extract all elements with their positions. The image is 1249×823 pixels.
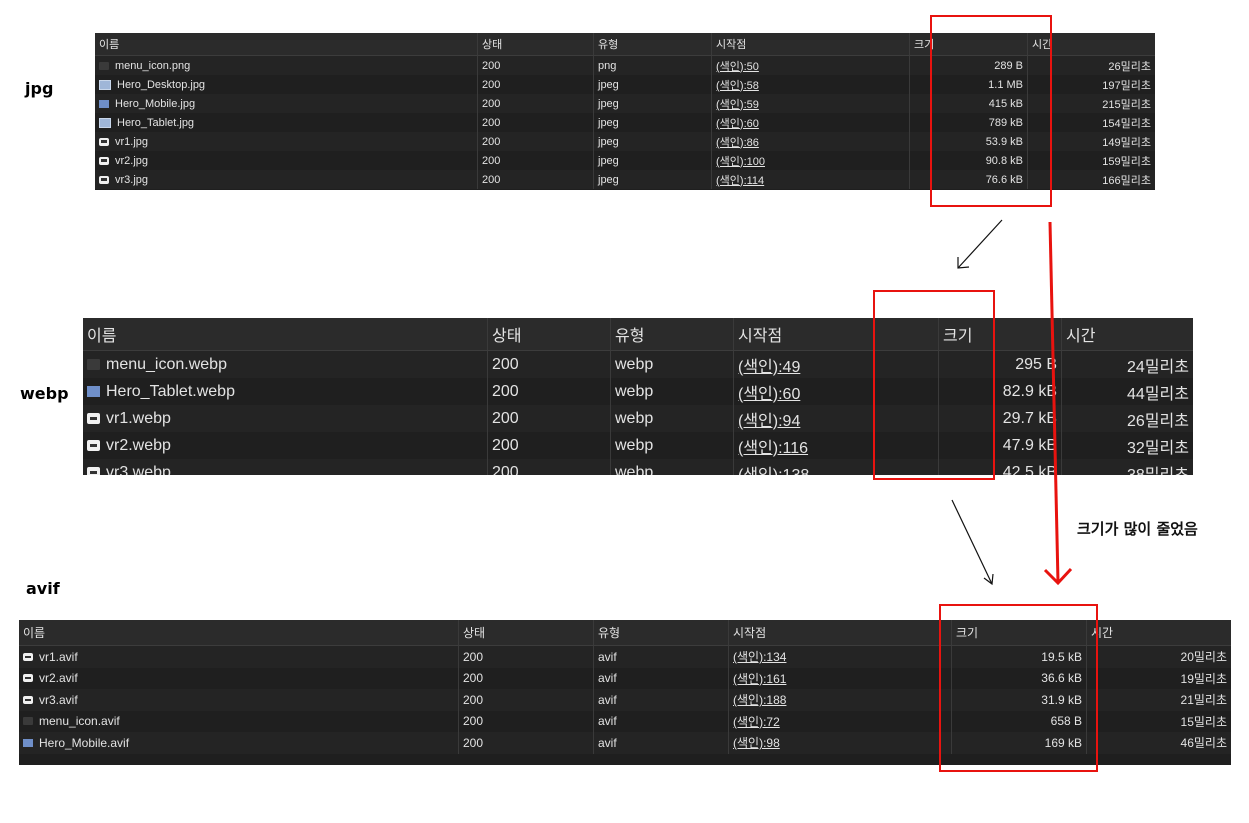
arrows-layer <box>951 219 1073 586</box>
size-reduced-annotation: 크기가 많이 줄었음 <box>1077 520 1198 538</box>
red-arrow <box>1043 221 1073 586</box>
black-arrow-2 <box>951 499 994 586</box>
black-arrow-1 <box>957 219 1003 269</box>
